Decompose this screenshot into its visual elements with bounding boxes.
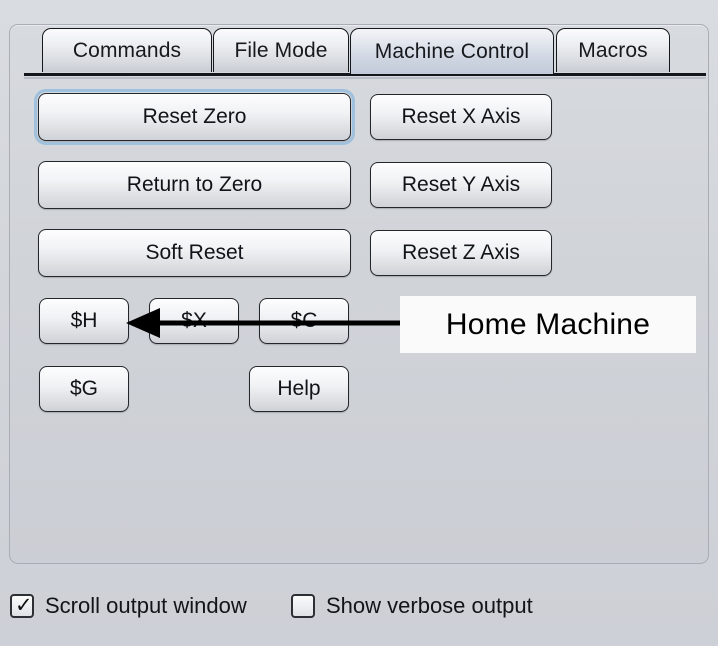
reset-zero-button[interactable]: Reset Zero xyxy=(34,89,355,145)
scroll-output-window-label: Scroll output window xyxy=(45,593,247,618)
unlock-label: $X xyxy=(181,309,207,332)
tab-underline-highlight xyxy=(24,77,706,79)
show-verbose-output-checkbox-row[interactable]: Show verbose output xyxy=(291,593,533,619)
output-options-bar: ✓ Scroll output window Show verbose outp… xyxy=(0,580,718,646)
help-button[interactable]: Help xyxy=(249,366,349,412)
help-label: Help xyxy=(277,377,321,400)
soft-reset-button[interactable]: Soft Reset xyxy=(38,229,351,277)
gcode-state-label: $G xyxy=(69,377,98,400)
application-window: Commands File Mode Machine Control Macro… xyxy=(0,0,718,646)
tab-bar: Commands File Mode Machine Control Macro… xyxy=(0,0,718,79)
home-machine-label: $H xyxy=(70,309,98,332)
tab-machine-control[interactable]: Machine Control xyxy=(350,28,554,74)
soft-reset-label: Soft Reset xyxy=(145,241,244,264)
annotation-callout: Home Machine xyxy=(400,296,696,353)
tab-macros-label: Macros xyxy=(578,38,648,62)
tab-file-mode-label: File Mode xyxy=(234,38,328,62)
tab-macros[interactable]: Macros xyxy=(556,28,670,72)
reset-y-axis-label: Reset Y Axis xyxy=(401,173,521,196)
reset-x-axis-label: Reset X Axis xyxy=(401,105,521,128)
tab-machine-control-label: Machine Control xyxy=(374,39,530,63)
check-mode-label: $C xyxy=(290,309,318,332)
scroll-output-window-checkbox-row[interactable]: ✓ Scroll output window xyxy=(10,593,247,619)
checkmark-icon: ✓ xyxy=(15,593,33,617)
scroll-output-window-checkbox[interactable]: ✓ xyxy=(10,593,34,618)
annotation-text: Home Machine xyxy=(445,307,651,341)
return-to-zero-label: Return to Zero xyxy=(126,173,263,196)
unlock-button[interactable]: $X xyxy=(149,298,239,344)
return-to-zero-button[interactable]: Return to Zero xyxy=(38,161,351,209)
tab-commands-label: Commands xyxy=(72,38,182,62)
show-verbose-output-checkbox[interactable] xyxy=(291,594,315,618)
home-machine-button[interactable]: $H xyxy=(39,298,129,344)
tab-file-mode[interactable]: File Mode xyxy=(213,28,349,72)
show-verbose-output-label: Show verbose output xyxy=(326,593,533,618)
reset-x-axis-button[interactable]: Reset X Axis xyxy=(370,94,552,140)
reset-z-axis-button[interactable]: Reset Z Axis xyxy=(370,230,552,276)
tab-commands[interactable]: Commands xyxy=(42,28,212,72)
reset-y-axis-button[interactable]: Reset Y Axis xyxy=(370,162,552,208)
check-mode-button[interactable]: $C xyxy=(259,298,349,344)
gcode-state-button[interactable]: $G xyxy=(39,366,129,412)
reset-z-axis-label: Reset Z Axis xyxy=(402,241,520,264)
reset-zero-label: Reset Zero xyxy=(142,105,247,128)
